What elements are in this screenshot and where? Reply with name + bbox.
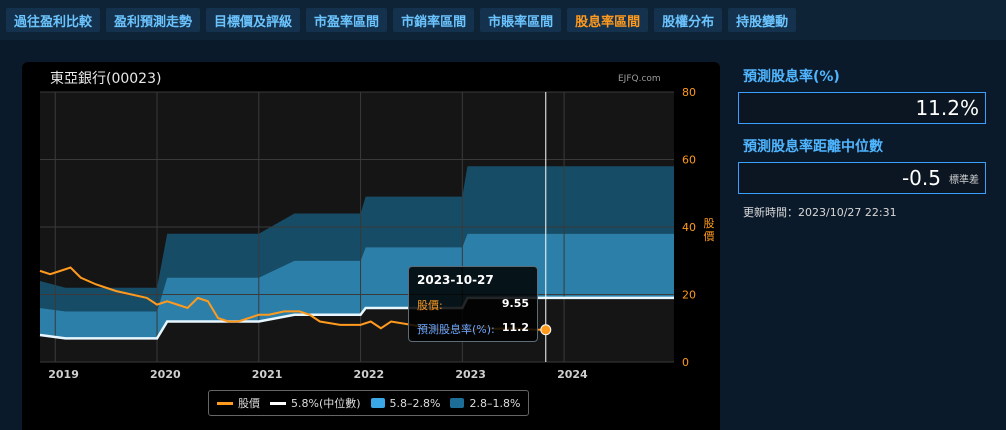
x-tick-label: 2020: [150, 368, 181, 381]
legend-swatch: [450, 398, 465, 408]
legend-item-3[interactable]: 2.8–1.8%: [450, 397, 520, 410]
tab-0[interactable]: 過往盈利比較: [6, 8, 101, 32]
tab-6[interactable]: 股息率區間: [567, 8, 649, 32]
chart-tooltip: 2023-10-27 股價: 9.55 預測股息率(%): 11.2: [408, 266, 538, 342]
x-tick-label: 2019: [48, 368, 79, 381]
deviation-label: 預測股息率距離中位數: [743, 139, 883, 155]
tab-2[interactable]: 目標價及評級: [206, 8, 301, 32]
legend-label: 股價: [238, 397, 260, 410]
chart-legend: 股價 5.8%(中位數) 5.8–2.8% 2.8–1.8%: [208, 390, 530, 416]
y-axis-title-char: 股: [704, 217, 715, 230]
tab-8[interactable]: 持股變動: [728, 8, 797, 32]
x-tick-label: 2023: [455, 368, 486, 381]
tooltip-yield-label: 預測股息率(%):: [417, 323, 495, 336]
y-axis-title-char: 價: [704, 229, 715, 243]
legend-swatch: [217, 401, 233, 405]
legend-swatch: [270, 401, 286, 405]
y-tick-label: 40: [682, 221, 696, 234]
tooltip-price-value: 9.55: [501, 297, 529, 310]
chart-panel: 0 20 40 60 80 2019 2020 2021 2022 2023 2024 股價 東亞銀行…: [22, 62, 720, 430]
dividend-yield-chart: 0 20 40 60 80 2019 2020 2021 2022 2023 2024 股價: [39, 86, 715, 381]
x-tick-label: 2024: [557, 368, 588, 381]
tab-bar: 過往盈利比較 盈利預測走勢 目標價及評級 市盈率區間 市銷率區間 市賬率區間 股息率區間 股權…: [0, 0, 1006, 40]
tab-4[interactable]: 市銷率區間: [393, 8, 475, 32]
updated-time: 更新時間：2023/10/27 22:31: [743, 206, 897, 219]
legend-item-1[interactable]: 5.8%(中位數): [270, 395, 361, 411]
chart-watermark: EJFQ.com: [618, 74, 661, 84]
y-tick-label: 0: [682, 356, 689, 369]
legend-item-2[interactable]: 5.8–2.8%: [370, 396, 441, 410]
yield-value: 11.2%: [915, 96, 979, 120]
yield-label: 預測股息率(%): [743, 69, 840, 85]
legend-label: 2.8–1.8%: [469, 396, 521, 410]
legend-item-0[interactable]: 股價: [217, 395, 260, 411]
tooltip-yield-value: 11.2: [501, 321, 529, 334]
x-tick-label: 2022: [354, 368, 385, 381]
legend-label: 5.8%(中位數): [291, 397, 361, 410]
side-panel: 預測股息率(%) 11.2% 預測股息率距離中位數 -0.5 標準差 更新時間：…: [738, 62, 988, 220]
tab-7[interactable]: 股權分布: [654, 8, 723, 32]
tab-1[interactable]: 盈利預測走勢: [106, 8, 201, 32]
deviation-value: -0.5: [901, 166, 941, 190]
x-tick-label: 2021: [252, 368, 283, 381]
legend-swatch: [370, 398, 385, 408]
y-tick-label: 60: [682, 154, 696, 167]
yield-value-box: 11.2%: [738, 92, 986, 124]
tab-3[interactable]: 市盈率區間: [306, 8, 388, 32]
y-tick-label: 20: [682, 289, 696, 302]
price-marker: [540, 324, 552, 336]
legend-label: 5.8–2.8%: [389, 396, 441, 410]
chart-title: 東亞銀行(00023): [50, 71, 162, 87]
tab-5[interactable]: 市賬率區間: [480, 8, 562, 32]
y-tick-label: 80: [682, 86, 696, 99]
tooltip-price-label: 股價:: [417, 299, 443, 312]
tooltip-date: 2023-10-27: [417, 273, 494, 287]
deviation-value-box: -0.5 標準差: [738, 162, 986, 194]
deviation-unit: 標準差: [949, 174, 979, 186]
